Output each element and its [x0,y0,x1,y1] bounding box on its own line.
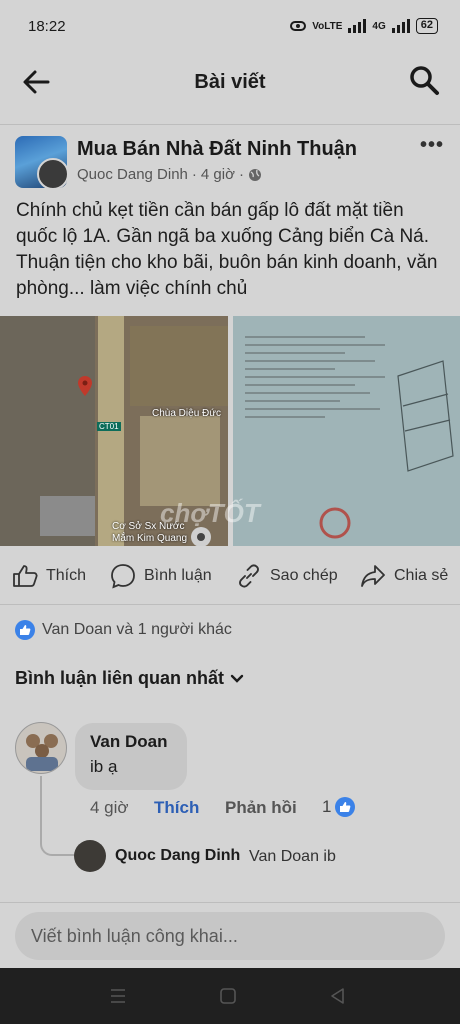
menu-icon[interactable] [108,986,128,1006]
copy-link-button[interactable]: Sao chép [236,563,338,589]
share-button[interactable]: Chia sẻ [360,564,448,588]
comment-reply-button[interactable]: Phản hồi [225,798,297,818]
post-actions: Thích Bình luận Sao chép Chia sẻ [0,556,460,596]
comment-sort-dropdown[interactable]: Bình luận liên quan nhất [15,668,244,689]
search-icon[interactable] [408,64,440,96]
status-time: 18:22 [28,17,66,35]
share-label: Chia sẻ [394,567,449,584]
commenter-avatar[interactable] [15,722,67,774]
divider [0,604,460,605]
author-name[interactable]: Quoc Dang Dinh [77,166,188,183]
link-icon [239,564,259,588]
mobile-label: 4G [372,20,386,32]
post-meta: Quoc Dang Dinh · 4 giờ · [77,166,262,183]
divider [0,902,460,903]
page-title: Bài viết [194,70,266,93]
divider [0,124,460,125]
road-label: CT01 [97,422,121,431]
author-avatar[interactable] [37,158,67,188]
signal-icon [391,19,410,33]
chevron-down-icon [230,674,244,683]
meta-separator: · [191,166,197,183]
reply-author-avatar[interactable] [74,840,106,872]
copy-label: Sao chép [270,567,338,584]
like-count: 1 [322,797,332,816]
commenter-name[interactable]: Van Doan [90,732,172,752]
comment-icon [111,564,135,589]
comment-label: Bình luận [144,567,212,584]
comment-time: 4 giờ [90,798,129,817]
comment-button[interactable]: Bình luận [110,563,212,589]
comment-bubble[interactable]: Van Doan ib ạ [75,723,187,790]
thumb-up-icon [13,565,38,587]
comment-text: ib ạ [90,757,118,776]
sort-label: Bình luận liên quan nhất [15,668,224,688]
more-options-icon[interactable]: ••• [420,134,444,157]
group-name[interactable]: Mua Bán Nhà Đất Ninh Thuận [77,138,357,161]
reply-author-name[interactable]: Quoc Dang Dinh [115,847,240,865]
like-reaction-icon [15,620,35,640]
globe-icon [248,168,261,181]
like-label: Thích [46,567,87,584]
plot-map-drawing [397,360,454,472]
comment-input-placeholder: Viết bình luận công khai... [31,925,238,946]
comment-like-count[interactable]: 1 [322,797,356,817]
arrow-left-icon[interactable] [20,66,52,98]
comment-like-button[interactable]: Thích [154,798,199,818]
group-avatar[interactable] [15,136,67,188]
battery-icon: 62 [415,18,438,34]
status-bar: 18:22 VoLTE 4G 62 [0,0,460,52]
like-reaction-icon [335,797,356,817]
comment-input[interactable]: Viết bình luận công khai... [15,912,445,960]
watermark-logo: chợTỐT [160,498,260,528]
like-button[interactable]: Thích [12,564,86,588]
share-icon [361,565,385,587]
post-time[interactable]: 4 giờ [201,166,235,183]
post-text: Chính chủ kẹt tiền cần bán gấp lô đất mặ… [16,200,438,299]
map-label: Chùa Diệu Đức [152,408,221,419]
reactions-summary[interactable]: Van Doan và 1 người khác [15,620,232,640]
meta-separator: · [238,166,244,183]
location-target-icon[interactable] [190,526,212,546]
document-text [245,336,395,424]
map-pin-icon [78,376,92,396]
system-nav-bar [0,968,460,1024]
back-icon[interactable] [328,986,348,1006]
map-label: Mắm Kim Quang [112,533,188,544]
reply-text: Van Doan ib [249,848,336,865]
reactions-text: Van Doan và 1 người khác [42,621,232,638]
status-icons: VoLTE 4G 62 [290,18,438,34]
signal-icon [348,19,367,33]
home-icon[interactable] [218,986,238,1006]
stamp-icon [319,507,351,539]
alarm-icon [290,21,307,31]
road [98,316,124,546]
network-label: VoLTE [312,20,343,32]
top-app-bar: Bài viết [0,52,460,112]
thread-connector [40,776,76,856]
document-photo[interactable] [233,316,460,546]
